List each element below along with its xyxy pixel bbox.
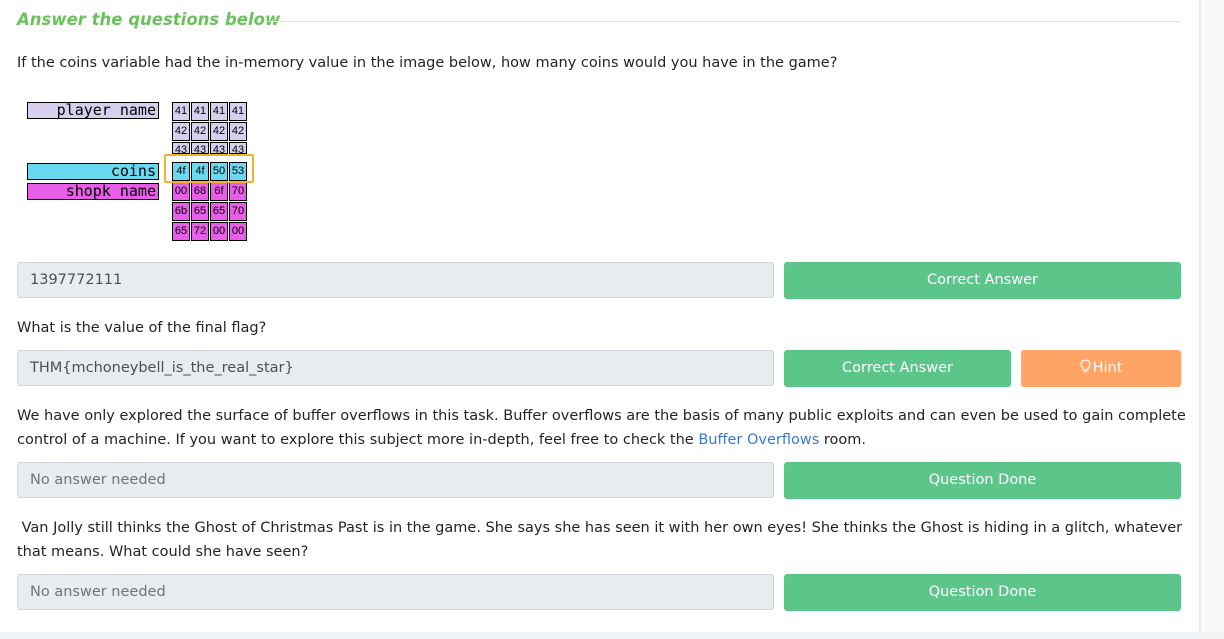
mem-cell: 42 — [229, 122, 247, 141]
mem-cell: 00 — [210, 222, 228, 241]
mem-cell: 70 — [229, 202, 247, 221]
mem-cell: 65 — [210, 202, 228, 221]
mem-cell: 65 — [172, 222, 190, 241]
answer-field-3[interactable]: No answer needed — [17, 462, 774, 498]
questions-panel: Answer the questions below If the coins … — [0, 0, 1200, 632]
hint-button-label: Hint — [1092, 360, 1123, 376]
page-background-bottom — [0, 632, 1224, 639]
question-3-text-after: room. — [819, 432, 866, 448]
var-coins: coins — [27, 163, 159, 180]
mem-cell: 43 — [229, 142, 247, 154]
mem-cell: 42 — [172, 122, 190, 141]
mem-cell: 43 — [191, 142, 209, 154]
question-done-button-3[interactable]: Question Done — [784, 462, 1181, 499]
mem-cell: 43 — [210, 142, 228, 154]
mem-cell: 6f — [210, 182, 228, 201]
question-3-text: We have only explored the surface of buf… — [17, 404, 1187, 452]
mem-cell: 72 — [191, 222, 209, 241]
var-player-name: player_name — [27, 102, 159, 119]
mem-cell: 41 — [191, 102, 209, 121]
mem-cell: 42 — [210, 122, 228, 141]
answer-field-2[interactable]: THM{mchoneybell_is_the_real_star} — [17, 350, 774, 386]
page-background-right — [1201, 0, 1224, 639]
title-divider — [268, 21, 1180, 22]
correct-answer-button-2[interactable]: Correct Answer — [784, 350, 1011, 387]
mem-cell: 68 — [191, 182, 209, 201]
mem-cell: 00 — [172, 182, 190, 201]
mem-cell: 00 — [229, 222, 247, 241]
mem-cell: 41 — [172, 102, 190, 121]
lightbulb-icon — [1079, 352, 1091, 389]
buffer-overflows-link[interactable]: Buffer Overflows — [698, 432, 819, 448]
mem-cell: 42 — [191, 122, 209, 141]
mem-cell: 41 — [210, 102, 228, 121]
mem-cell: 6b — [172, 202, 190, 221]
question-4-text: Van Jolly still thinks the Ghost of Chri… — [17, 520, 1187, 560]
var-shopk-name: shopk_name — [27, 183, 159, 200]
memory-diagram: player_name coins shopk_name 41 41 41 41… — [0, 0, 260, 245]
question-2-text: What is the value of the final flag? — [17, 320, 267, 336]
mem-cell: 43 — [172, 142, 190, 154]
mem-cell: 41 — [229, 102, 247, 121]
question-done-button-4[interactable]: Question Done — [784, 574, 1181, 611]
answer-field-1[interactable]: 1397772111 — [17, 262, 774, 298]
answer-field-4[interactable]: No answer needed — [17, 574, 774, 610]
correct-answer-button-1[interactable]: Correct Answer — [784, 262, 1181, 299]
coins-highlight-box — [164, 154, 254, 183]
hint-button[interactable]: Hint — [1021, 350, 1181, 387]
mem-cell: 65 — [191, 202, 209, 221]
question-3-text-before: We have only explored the surface of buf… — [17, 408, 1186, 448]
mem-cell: 70 — [229, 182, 247, 201]
